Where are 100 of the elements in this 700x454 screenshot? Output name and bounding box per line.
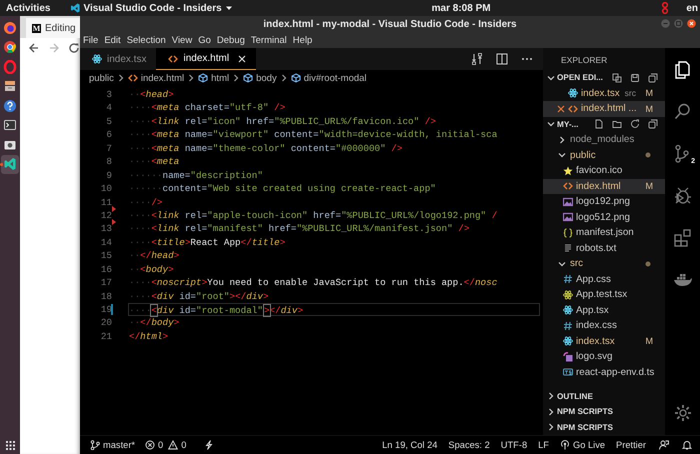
svg-file-icon xyxy=(563,352,573,362)
activities-button[interactable]: Activities xyxy=(6,2,50,14)
opera-icon[interactable] xyxy=(3,60,17,74)
line-number: 20 xyxy=(100,316,112,330)
firefox-icon[interactable] xyxy=(3,20,17,35)
chrome-icon[interactable] xyxy=(3,40,17,54)
chevron-right-icon[interactable] xyxy=(546,391,556,402)
tree-entry[interactable]: react-app-env.d.ts xyxy=(543,364,665,380)
status-item[interactable]: Ln 19, Col 24 xyxy=(382,440,438,450)
go-live-button[interactable]: Go Live xyxy=(560,440,606,450)
explorer-icon[interactable] xyxy=(672,60,692,80)
chevron-right-icon[interactable] xyxy=(546,406,556,417)
bug-icon[interactable] xyxy=(672,186,692,206)
image-file-icon xyxy=(563,212,573,222)
code-line: ······name="description" xyxy=(129,170,263,182)
menu-item[interactable]: Go xyxy=(198,34,211,46)
open-editor-item[interactable]: index.tsx src M xyxy=(543,86,665,101)
menu-item[interactable]: Selection xyxy=(126,34,166,46)
breadcrumb-item[interactable]: index.html xyxy=(128,72,184,84)
tree-entry[interactable]: manifest.json xyxy=(543,225,665,240)
feedback-icon[interactable] xyxy=(659,440,669,450)
status-item[interactable]: Spaces: 2 xyxy=(448,440,490,450)
status-item[interactable]: UTF-8 xyxy=(500,440,528,450)
code-line: ····<div id="root"></div> xyxy=(129,290,269,302)
menu-item[interactable]: Terminal xyxy=(250,34,287,46)
collapse-all-icon[interactable] xyxy=(648,119,658,130)
terminal-icon[interactable] xyxy=(3,118,17,132)
chevron-right-icon[interactable] xyxy=(557,134,567,145)
refresh-icon[interactable] xyxy=(630,119,640,130)
bell-icon[interactable] xyxy=(682,440,692,450)
menu-item[interactable]: File xyxy=(83,34,98,46)
new-file-icon[interactable] xyxy=(594,119,604,130)
search-icon[interactable] xyxy=(672,102,692,122)
close-all-icon[interactable] xyxy=(648,72,658,83)
tree-entry[interactable]: index.html M xyxy=(543,178,665,194)
vscode-icon[interactable] xyxy=(3,157,17,172)
open-editor-item[interactable]: index.html ... M xyxy=(543,101,665,116)
section-header[interactable]: OPEN EDI... xyxy=(543,70,665,86)
braces-icon xyxy=(563,228,573,238)
line-number: 11 xyxy=(100,196,112,209)
split-editor-icon[interactable] xyxy=(496,53,508,65)
tree-entry[interactable]: App.css xyxy=(543,272,665,287)
settings-icon[interactable] xyxy=(672,403,692,423)
breadcrumb-item[interactable]: html xyxy=(198,72,230,84)
section-header[interactable]: MY-... xyxy=(543,116,665,132)
input-source[interactable]: en xyxy=(686,2,698,14)
tree-entry[interactable]: logo512.png xyxy=(543,210,665,225)
close-icon[interactable] xyxy=(687,19,696,28)
apps-grid-icon[interactable] xyxy=(5,440,15,450)
tree-entry[interactable]: App.test.tsx xyxy=(543,287,665,302)
breadcrumb-item[interactable]: body xyxy=(243,72,277,84)
clock[interactable]: mar 8:08 PM xyxy=(432,2,491,14)
chevron-right-icon[interactable] xyxy=(546,422,556,432)
breadcrumb-item[interactable]: public xyxy=(89,72,114,84)
menu-item[interactable]: View xyxy=(172,34,192,46)
tree-entry[interactable]: logo192.png xyxy=(543,194,665,210)
tree-entry[interactable]: favicon.ico xyxy=(543,163,665,178)
reload-icon[interactable] xyxy=(68,42,80,54)
indicator-icon[interactable] xyxy=(660,2,670,14)
file-name: manifest.json xyxy=(576,227,634,238)
file-name: index.tsx xyxy=(576,336,615,347)
section-header[interactable]: OUTLINE xyxy=(543,388,665,404)
tree-entry[interactable]: index.tsx M xyxy=(543,334,665,349)
line-number: 10 xyxy=(100,182,112,196)
status-item[interactable]: LF xyxy=(538,440,549,450)
section-header[interactable]: NPM SCRIPTS xyxy=(543,420,665,435)
menu-item[interactable]: Debug xyxy=(216,34,245,46)
status-item[interactable]: Prettier xyxy=(616,440,646,450)
new-untitled-file-icon[interactable] xyxy=(612,72,622,83)
problems-indicator[interactable]: 0 0 xyxy=(145,440,188,450)
menu-item[interactable]: Edit xyxy=(104,34,121,46)
tree-entry[interactable]: robots.txt xyxy=(543,240,665,256)
back-icon[interactable] xyxy=(28,42,40,54)
file-name: logo192.png xyxy=(576,196,630,208)
react-icon xyxy=(568,88,578,98)
branch-indicator[interactable]: master* xyxy=(90,440,136,450)
editor-tab[interactable]: index.html xyxy=(156,48,256,70)
help-icon[interactable] xyxy=(3,98,17,113)
menu-item[interactable]: Help xyxy=(292,34,312,46)
line-number: 16 xyxy=(100,262,112,276)
file-name: index.html ... xyxy=(581,103,637,114)
tree-entry[interactable]: index.css xyxy=(543,318,665,334)
folder-row[interactable]: src xyxy=(543,256,665,272)
code-icon xyxy=(128,73,138,83)
code-line: ····<meta name="viewport" content="width=device-width, initial-sca xyxy=(129,129,498,141)
lightning-icon[interactable] xyxy=(204,440,214,450)
tree-entry[interactable]: App.tsx xyxy=(543,302,665,318)
archive-icon[interactable] xyxy=(3,79,17,94)
new-folder-icon[interactable] xyxy=(612,119,622,130)
folder-row[interactable]: public xyxy=(543,148,665,163)
browser-tab[interactable]: M Editing xyxy=(26,18,80,38)
tree-entry[interactable]: logo.svg xyxy=(543,349,665,364)
image-file-icon xyxy=(563,196,573,207)
folder-row[interactable]: node_modules xyxy=(543,132,665,148)
folder-hint: src xyxy=(624,88,636,98)
compare-changes-icon[interactable] xyxy=(471,53,483,65)
section-header[interactable]: NPM SCRIPTS xyxy=(543,404,665,420)
save-all-icon[interactable] xyxy=(630,72,640,83)
extensions-icon[interactable] xyxy=(672,228,692,248)
breadcrumb-item[interactable]: div#root-modal xyxy=(290,72,367,84)
